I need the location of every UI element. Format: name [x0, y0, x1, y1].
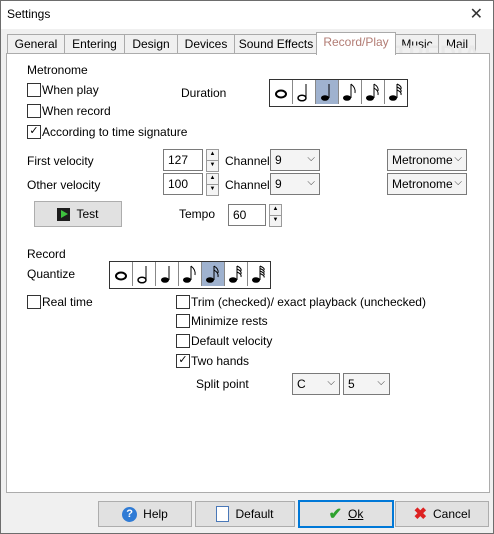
two-hands-label: Two hands: [191, 354, 250, 368]
title-bar: Settings ✕: [1, 1, 493, 29]
quantize-selector: [109, 261, 271, 289]
help-icon: ?: [122, 506, 138, 522]
when-record-label: When record: [42, 104, 111, 118]
quarter-note-icon: [161, 277, 169, 283]
eighth-note-button[interactable]: [339, 80, 362, 104]
tab-general[interactable]: General: [7, 34, 65, 55]
default-velocity-checkbox[interactable]: [176, 334, 190, 348]
whole-note-icon: [115, 271, 127, 281]
tab-entering[interactable]: Entering: [64, 34, 125, 55]
checkmark-icon: ✔: [328, 506, 343, 523]
other-velocity-label: Other velocity: [27, 178, 101, 192]
trim-checkbox[interactable]: [176, 295, 190, 309]
down-arrow-icon[interactable]: ▼: [206, 184, 219, 196]
according-checkbox[interactable]: ✓: [27, 125, 41, 139]
ok-button[interactable]: ✔ Ok: [298, 500, 394, 528]
first-channel-select[interactable]: 9 ⌵: [270, 149, 320, 171]
down-arrow-icon[interactable]: ▼: [269, 215, 282, 227]
chevron-down-icon: ⌵: [454, 153, 462, 164]
quarter-note-button[interactable]: [156, 262, 179, 286]
split-note-select[interactable]: C ⌵: [292, 373, 340, 395]
first-velocity-input[interactable]: 127 ▲ ▼: [163, 149, 219, 172]
when-record-checkbox[interactable]: [27, 104, 41, 118]
two-hands-checkbox[interactable]: ✓: [176, 354, 190, 368]
other-channel-select[interactable]: 9 ⌵: [270, 173, 320, 195]
first-channel-label: Channel: [225, 154, 270, 168]
real-time-label: Real time: [42, 295, 93, 309]
settings-window: Settings ✕ General Entering Design Devic…: [0, 0, 494, 534]
half-note-button[interactable]: [293, 80, 316, 104]
half-note-button[interactable]: [133, 262, 156, 286]
sixteenth-note-button[interactable]: [202, 262, 225, 286]
chevron-down-icon: ⌵: [327, 377, 335, 388]
first-velocity-label: First velocity: [27, 154, 94, 168]
whole-note-icon: [275, 89, 287, 99]
chevron-down-icon: ⌵: [377, 377, 385, 388]
eighth-note-icon: [183, 277, 191, 283]
tab-record-play[interactable]: Record/Play: [316, 32, 396, 55]
chevron-down-icon: ⌵: [307, 177, 315, 188]
default-button[interactable]: Default: [195, 501, 295, 527]
play-icon: [57, 207, 71, 221]
when-play-label: When play: [42, 83, 99, 97]
eighth-note-icon: [343, 95, 351, 101]
cancel-icon: ✖: [413, 506, 428, 523]
eighth-note-button[interactable]: [179, 262, 202, 286]
other-sound-select[interactable]: Metronome ⌵: [387, 173, 467, 195]
record-title: Record: [27, 247, 66, 261]
record-play-panel: Metronome When play When record ✓ Accord…: [6, 53, 490, 493]
tempo-label: Tempo: [179, 207, 216, 221]
tab-devices[interactable]: Devices: [177, 34, 235, 55]
sixteenth-note-icon: [366, 95, 374, 101]
chevron-down-icon: ⌵: [454, 177, 462, 188]
tab-sound-effects[interactable]: Sound Effects: [234, 34, 318, 55]
duration-label: Duration: [181, 86, 227, 100]
real-time-checkbox[interactable]: [27, 295, 41, 309]
quarter-note-icon: [321, 95, 329, 101]
minimize-rests-label: Minimize rests: [191, 314, 268, 328]
whole-note-button[interactable]: [110, 262, 133, 286]
sixty-fourth-note-button[interactable]: [248, 262, 270, 286]
other-channel-label: Channel: [225, 178, 270, 192]
sixteenth-note-button[interactable]: [362, 80, 385, 104]
window-title: Settings: [7, 7, 51, 21]
sixteenth-note-icon: [206, 277, 214, 283]
whole-note-button[interactable]: [270, 80, 293, 104]
thirty-second-note-button[interactable]: [385, 80, 407, 104]
cancel-button[interactable]: ✖ Cancel: [395, 501, 489, 527]
minimize-rests-checkbox[interactable]: [176, 314, 190, 328]
chevron-down-icon: ⌵: [307, 153, 315, 164]
thirty-second-note-button[interactable]: [225, 262, 248, 286]
thirty-second-note-icon: [229, 277, 237, 283]
help-button[interactable]: ? Help: [98, 501, 192, 527]
when-play-checkbox[interactable]: [27, 83, 41, 97]
tempo-input[interactable]: 60 ▲ ▼: [228, 204, 282, 227]
quarter-note-button[interactable]: [316, 80, 339, 104]
half-note-icon: [297, 94, 307, 102]
close-icon[interactable]: ✕: [470, 4, 483, 24]
metronome-title: Metronome: [27, 63, 88, 77]
document-icon: [216, 506, 230, 522]
half-note-icon: [137, 276, 147, 284]
test-button[interactable]: Test: [34, 201, 122, 227]
thirty-second-note-icon: [389, 95, 397, 101]
tab-design[interactable]: Design: [124, 34, 178, 55]
quantize-label: Quantize: [27, 267, 76, 281]
split-octave-select[interactable]: 5 ⌵: [343, 373, 390, 395]
split-point-label: Split point: [196, 377, 249, 391]
duration-selector: [269, 79, 408, 107]
trim-label: Trim (checked)/ exact playback (unchecke…: [191, 295, 426, 309]
sixty-fourth-note-icon: [252, 277, 260, 283]
default-velocity-label: Default velocity: [191, 334, 273, 348]
down-arrow-icon[interactable]: ▼: [206, 160, 219, 172]
other-velocity-input[interactable]: 100 ▲ ▼: [163, 173, 219, 196]
according-label: According to time signature: [42, 125, 188, 139]
first-sound-select[interactable]: Metronome ⌵: [387, 149, 467, 171]
